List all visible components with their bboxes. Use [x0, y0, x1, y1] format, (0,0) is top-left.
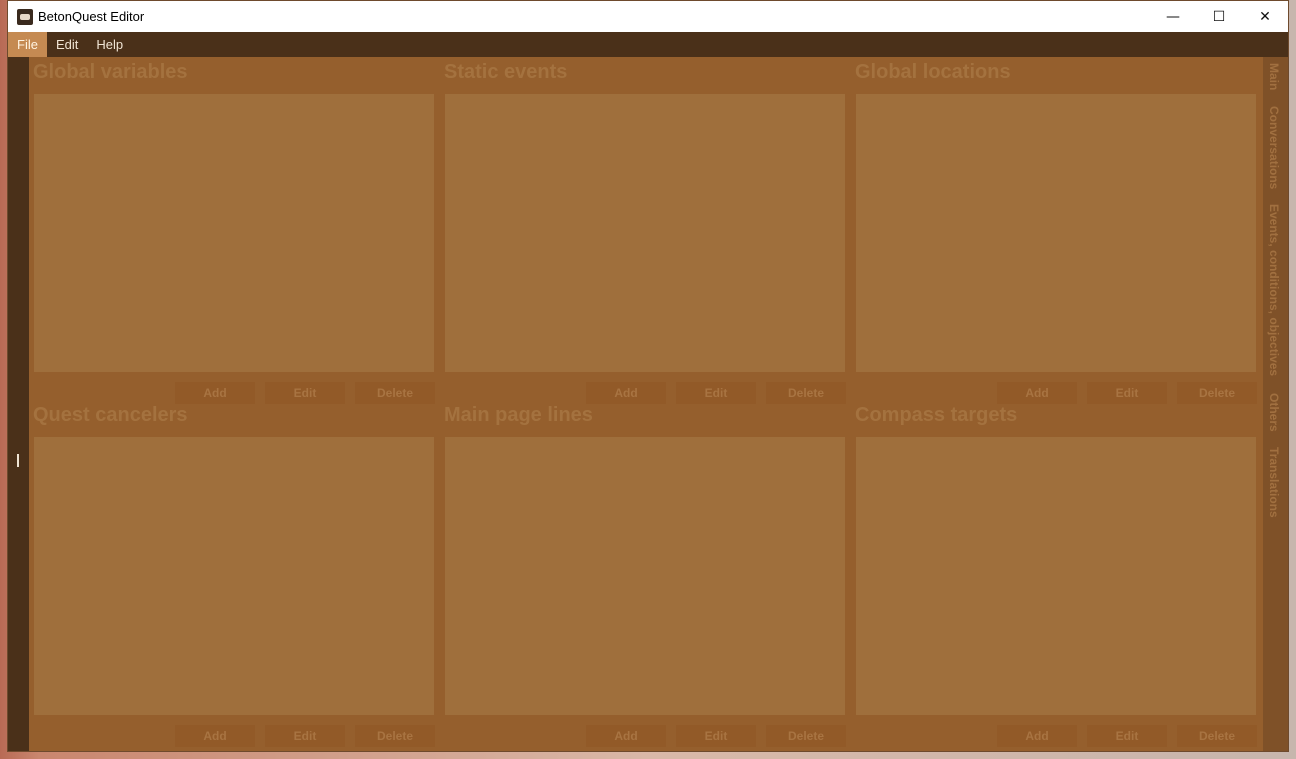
compass-targets-list[interactable] — [856, 437, 1256, 715]
static-events-list[interactable] — [445, 94, 845, 372]
panel-title: Global locations — [855, 61, 1011, 83]
edit-button[interactable]: Edit — [265, 725, 345, 747]
tab-others[interactable]: Others — [1267, 393, 1281, 432]
app-logo-icon — [17, 8, 33, 25]
add-button[interactable]: Add — [997, 725, 1077, 747]
global-locations-list[interactable] — [856, 94, 1256, 372]
panel-title: Quest cancelers — [33, 404, 188, 426]
edit-button[interactable]: Edit — [676, 725, 756, 747]
window-title: BetonQuest Editor — [38, 9, 145, 24]
window-controls: — ☐ ✕ — [1150, 1, 1288, 32]
menu-file[interactable]: File — [8, 32, 47, 57]
panel-buttons: Add Edit Delete — [586, 725, 846, 747]
panel-title: Static events — [444, 61, 568, 83]
app-window: BetonQuest Editor — ☐ ✕ File Edit Help G… — [7, 0, 1289, 752]
vertical-tab-bar: Main Conversations Events, conditions, o… — [1263, 57, 1288, 751]
panel-title: Compass targets — [855, 404, 1018, 426]
tab-translations[interactable]: Translations — [1267, 447, 1281, 518]
tab-events-conditions-objectives[interactable]: Events, conditions, objectives — [1267, 204, 1281, 376]
quest-cancelers-list[interactable] — [34, 437, 434, 715]
menu-edit[interactable]: Edit — [47, 32, 87, 57]
close-button[interactable]: ✕ — [1242, 1, 1288, 32]
panel-global-locations: Global locations Add Edit Delete — [851, 57, 1257, 404]
panel-buttons: Add Edit Delete — [175, 725, 435, 747]
minimize-button[interactable]: — — [1150, 1, 1196, 32]
panel-buttons: Add Edit Delete — [997, 725, 1257, 747]
edit-button[interactable]: Edit — [1087, 725, 1167, 747]
panel-title: Main page lines — [444, 404, 593, 426]
add-button[interactable]: Add — [175, 725, 255, 747]
main-content: Global variables Add Edit Delete Static … — [29, 57, 1263, 751]
delete-button[interactable]: Delete — [355, 725, 435, 747]
menu-bar: File Edit Help — [8, 32, 1288, 57]
title-bar[interactable]: BetonQuest Editor — ☐ ✕ — [8, 1, 1288, 32]
panel-static-events: Static events Add Edit Delete — [440, 57, 846, 404]
delete-button[interactable]: Delete — [1177, 725, 1257, 747]
global-variables-list[interactable] — [34, 94, 434, 372]
left-strip — [8, 57, 29, 751]
panel-compass-targets: Compass targets Add Edit Delete — [851, 400, 1257, 747]
panel-main-page-lines: Main page lines Add Edit Delete — [440, 400, 846, 747]
add-button[interactable]: Add — [586, 725, 666, 747]
tab-main[interactable]: Main — [1267, 63, 1281, 90]
tab-conversations[interactable]: Conversations — [1267, 106, 1281, 189]
delete-button[interactable]: Delete — [766, 725, 846, 747]
menu-help[interactable]: Help — [87, 32, 132, 57]
main-page-lines-list[interactable] — [445, 437, 845, 715]
panel-quest-cancelers: Quest cancelers Add Edit Delete — [29, 400, 435, 747]
maximize-button[interactable]: ☐ — [1196, 1, 1242, 32]
panel-global-variables: Global variables Add Edit Delete — [29, 57, 435, 404]
panel-title: Global variables — [33, 61, 188, 83]
text-cursor — [17, 454, 19, 467]
